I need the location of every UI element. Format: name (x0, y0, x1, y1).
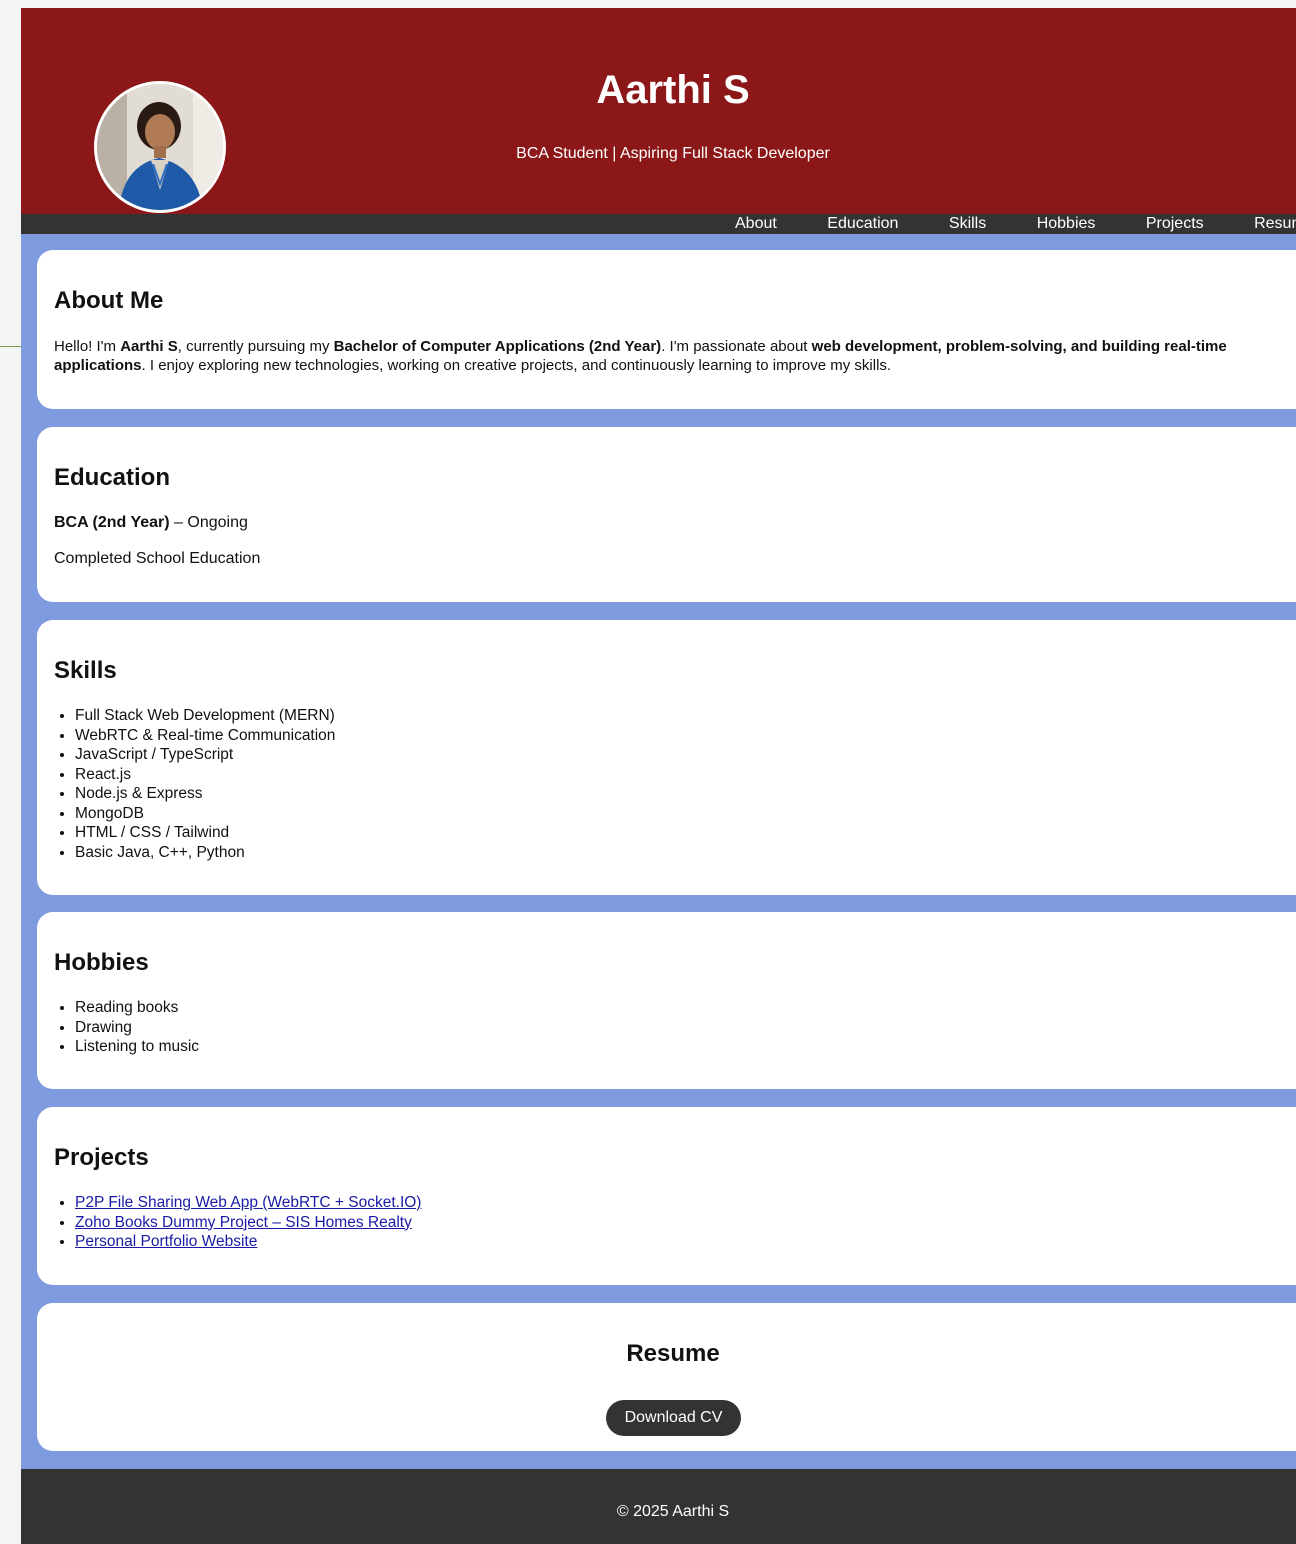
project-link[interactable]: Zoho Books Dummy Project – SIS Homes Rea… (75, 1214, 412, 1231)
resume-section: Resume Download CV (37, 1303, 1296, 1451)
resume-title: Resume (626, 1340, 720, 1367)
projects-title: Projects (54, 1144, 149, 1171)
list-item: Basic Java, C++, Python (75, 843, 335, 863)
site-header: Aarthi S BCA Student | Aspiring Full Sta… (21, 8, 1296, 214)
project-link[interactable]: P2P File Sharing Web App (WebRTC + Socke… (75, 1194, 421, 1211)
list-item: Node.js & Express (75, 784, 335, 804)
hobbies-title: Hobbies (54, 949, 149, 976)
nav-link-hobbies[interactable]: Hobbies (1037, 215, 1096, 232)
list-item: Drawing (75, 1018, 199, 1038)
download-cv-button[interactable]: Download CV (606, 1400, 741, 1436)
education-school: Completed School Education (54, 550, 261, 567)
hobbies-section: Hobbies Reading books Drawing Listening … (37, 912, 1296, 1089)
page-edge-line (0, 346, 22, 347)
education-title: Education (54, 464, 171, 491)
about-title: About Me (54, 287, 164, 314)
list-item: MongoDB (75, 804, 335, 824)
list-item: HTML / CSS / Tailwind (75, 823, 335, 843)
list-item: Reading books (75, 998, 199, 1018)
projects-list: P2P File Sharing Web App (WebRTC + Socke… (54, 1193, 421, 1252)
portfolio-page: Aarthi S BCA Student | Aspiring Full Sta… (21, 8, 1296, 1544)
list-item: Full Stack Web Development (MERN) (75, 706, 335, 726)
about-text: Hello! I'm Aarthi S, currently pursuing … (54, 338, 1227, 374)
skills-list: Full Stack Web Development (MERN) WebRTC… (54, 706, 335, 862)
footer-copyright: © 2025 Aarthi S (616, 1503, 730, 1520)
about-section: About Me Hello! I'm Aarthi S, currently … (37, 250, 1296, 409)
hobbies-list: Reading books Drawing Listening to music (54, 998, 199, 1057)
skills-title: Skills (54, 657, 117, 684)
list-item: Personal Portfolio Website (75, 1232, 421, 1252)
education-section: Education BCA (2nd Year) – Ongoing Compl… (37, 427, 1296, 602)
nav-link-resume[interactable]: Resume (1254, 215, 1296, 232)
projects-section: Projects P2P File Sharing Web App (WebRT… (37, 1107, 1296, 1285)
project-link[interactable]: Personal Portfolio Website (75, 1233, 257, 1250)
skills-section: Skills Full Stack Web Development (MERN)… (37, 620, 1296, 895)
site-footer: © 2025 Aarthi S (21, 1469, 1296, 1544)
nav-list: About Education Skills Hobbies Projects … (735, 214, 1296, 234)
nav-link-skills[interactable]: Skills (949, 215, 986, 232)
site-subtitle: BCA Student | Aspiring Full Stack Develo… (516, 145, 830, 162)
list-item: Listening to music (75, 1037, 199, 1057)
list-item: JavaScript / TypeScript (75, 745, 335, 765)
nav-link-about[interactable]: About (735, 215, 777, 232)
navbar: About Education Skills Hobbies Projects … (21, 214, 1296, 234)
list-item: Zoho Books Dummy Project – SIS Homes Rea… (75, 1213, 421, 1233)
nav-link-projects[interactable]: Projects (1146, 215, 1204, 232)
education-degree: BCA (2nd Year) – Ongoing (54, 514, 248, 531)
list-item: WebRTC & Real-time Communication (75, 726, 335, 746)
list-item: P2P File Sharing Web App (WebRTC + Socke… (75, 1193, 421, 1213)
list-item: React.js (75, 765, 335, 785)
nav-link-education[interactable]: Education (827, 215, 898, 232)
site-title: Aarthi S (596, 68, 750, 112)
